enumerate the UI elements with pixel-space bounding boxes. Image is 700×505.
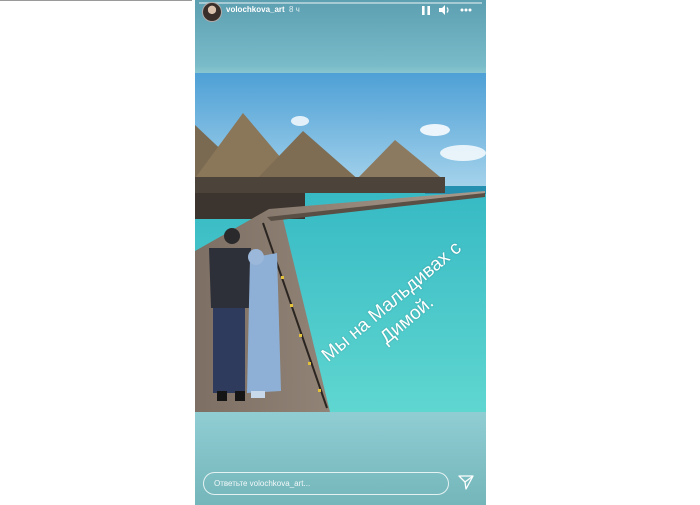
- story-viewer[interactable]: volochkova_art 8 ч Мы на Мальдивах с Дим…: [195, 0, 486, 505]
- page-top-line: [0, 0, 192, 1]
- avatar[interactable]: [202, 2, 222, 22]
- reply-input[interactable]: [203, 472, 449, 495]
- story-time: 8 ч: [289, 5, 300, 14]
- pause-icon: [422, 5, 430, 15]
- pause-button[interactable]: [420, 2, 432, 18]
- sound-button[interactable]: [438, 2, 452, 18]
- send-button[interactable]: [458, 474, 474, 490]
- story-username[interactable]: volochkova_art: [226, 5, 285, 14]
- paper-plane-icon: [458, 475, 474, 490]
- more-options-button[interactable]: [459, 2, 473, 18]
- speaker-icon: [439, 5, 449, 15]
- more-icon: [460, 8, 472, 12]
